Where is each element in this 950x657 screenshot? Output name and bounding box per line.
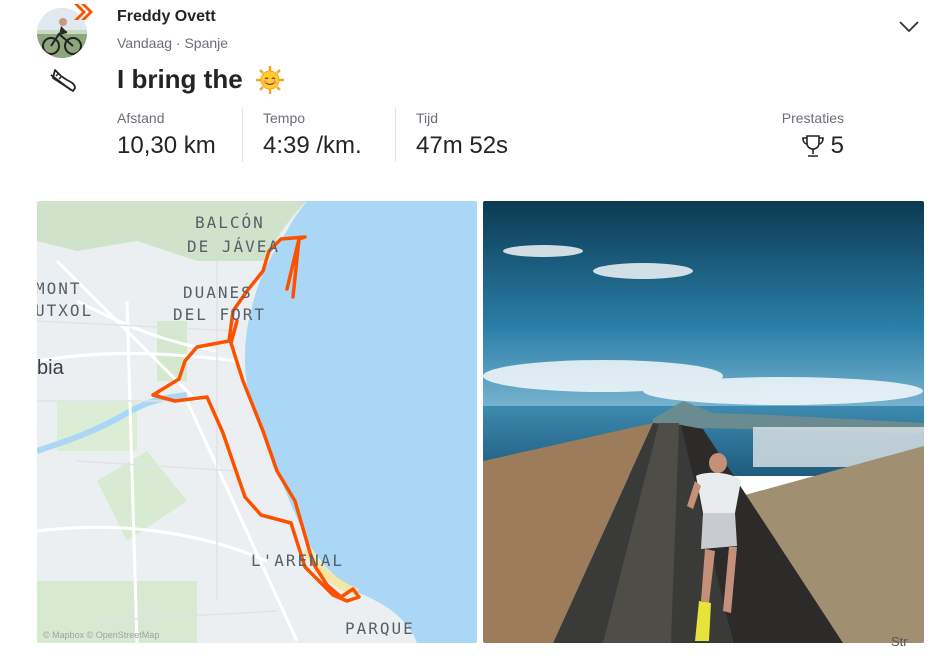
map-label-town: bia xyxy=(37,357,64,379)
map-label-del-fort: DEL FORT xyxy=(173,305,267,324)
activity-title[interactable]: I bring the xyxy=(117,64,285,95)
subscriber-badge-icon xyxy=(74,4,93,20)
map-label-larenal: L'ARENAL xyxy=(251,551,345,570)
stat-time: Tijd 47m 52s xyxy=(416,110,508,160)
map-label-utxol: UTXOL xyxy=(37,301,94,320)
map-label-mont: MONT xyxy=(37,279,82,298)
stat-divider xyxy=(242,108,243,162)
map-attribution[interactable]: © Mapbox © OpenStreetMap xyxy=(43,630,159,640)
stat-distance: Afstand 10,30 km xyxy=(117,110,216,160)
stat-divider xyxy=(395,108,396,162)
map-label-balcon: BALCÓN xyxy=(195,213,265,232)
map-label-de-javea: DE JÁVEA xyxy=(187,237,281,256)
stat-label: Tijd xyxy=(416,110,439,126)
smiling-sun-emoji xyxy=(255,65,284,94)
activity-date-location: Vandaag · Spanje xyxy=(117,35,229,51)
map-label-duanes: DUANES xyxy=(183,283,253,302)
achievements-stat[interactable]: Prestaties 5 xyxy=(760,110,844,160)
stat-value: 10,30 km xyxy=(117,132,216,159)
activity-photo[interactable] xyxy=(483,201,924,643)
photo-watermark: Str xyxy=(891,634,908,649)
stat-label: Tempo xyxy=(263,110,306,126)
route-map[interactable]: BALCÓN DE JÁVEA DUANES DEL FORT MONT UTX… xyxy=(37,201,477,643)
trophy-icon xyxy=(801,135,824,157)
chevron-down-icon[interactable] xyxy=(896,16,922,36)
stat-pace: Tempo 4:39 /km. xyxy=(263,110,362,160)
achievements-count: 5 xyxy=(830,132,844,159)
athlete-name[interactable]: Freddy Ovett xyxy=(117,8,216,26)
stat-value: 47m 52s xyxy=(416,132,509,159)
running-shoe-icon xyxy=(50,69,76,92)
achievements-label: Prestaties xyxy=(781,110,844,126)
map-label-parque: PARQUE xyxy=(345,619,415,638)
stat-label: Afstand xyxy=(117,110,165,126)
activity-title-text: I bring the xyxy=(117,64,243,94)
stat-value: 4:39 /km. xyxy=(263,132,362,159)
